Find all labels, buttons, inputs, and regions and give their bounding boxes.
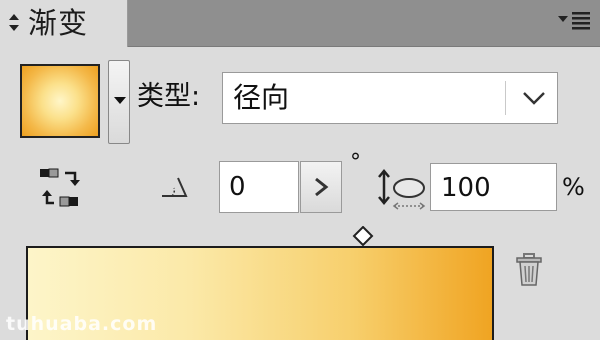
type-select-value: 径向 (233, 81, 290, 114)
swatch-dropdown-button[interactable] (108, 60, 130, 144)
aspect-ratio-icon (378, 169, 426, 210)
type-select[interactable]: 径向 (222, 72, 558, 124)
angle-input-value: 0 (229, 172, 246, 202)
angle-stepper-button[interactable] (300, 161, 342, 213)
trash-icon[interactable] (514, 252, 544, 288)
degree-unit: ° (350, 150, 361, 175)
tab-title: 渐变 (28, 6, 89, 40)
percent-unit: % (562, 173, 585, 201)
angle-input[interactable]: 0 (219, 161, 299, 213)
gradient-panel: 渐变 类型: 径向 0 ° 100 % tuhuaba.com (0, 0, 600, 340)
diamond-icon[interactable] (352, 226, 374, 246)
chevron-right-icon (315, 177, 329, 197)
gradient-swatch[interactable] (20, 64, 100, 138)
chevron-down-icon[interactable] (521, 87, 547, 109)
up-down-arrows-icon[interactable] (8, 11, 20, 35)
watermark-text: tuhuaba.com (6, 313, 158, 335)
aspect-ratio-value: 100 (441, 173, 491, 203)
type-label: 类型: (137, 81, 201, 112)
angle-icon (162, 177, 188, 197)
tab-gradient[interactable]: 渐变 (0, 0, 128, 47)
panel-tab-bar: 渐变 (0, 0, 600, 47)
panel-menu-icon[interactable] (556, 10, 592, 32)
aspect-ratio-input[interactable]: 100 (430, 163, 557, 211)
triangle-down-icon (114, 97, 126, 104)
select-divider (505, 81, 506, 115)
reverse-gradient-icon[interactable] (38, 166, 84, 210)
